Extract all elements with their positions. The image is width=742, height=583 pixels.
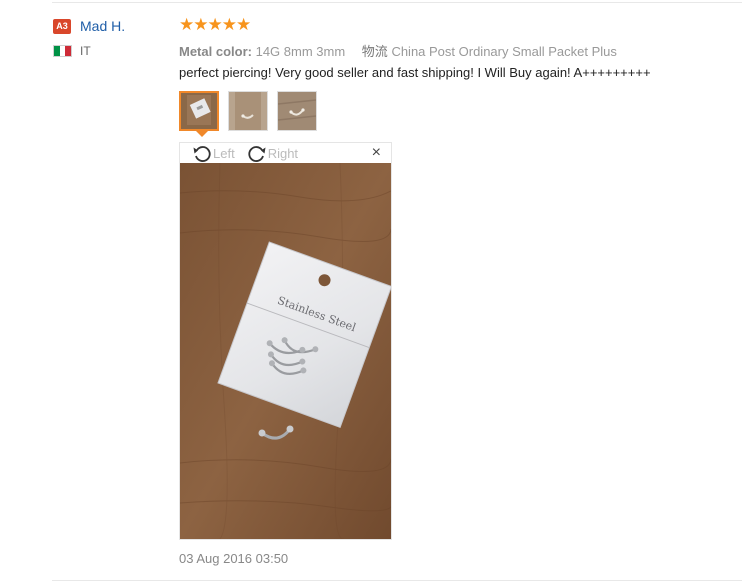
italy-flag-icon — [53, 45, 72, 57]
buyer-name[interactable]: Mad H. — [80, 18, 125, 34]
star-icon: ★ — [207, 14, 223, 34]
buyer-country-row: IT — [53, 43, 173, 59]
buyer-level-badge: A3 — [53, 18, 71, 34]
feedback-date: 03 Aug 2016 03:50 — [179, 551, 289, 566]
buyer-info: A3 Mad H. IT — [53, 17, 173, 59]
rotate-left-icon — [193, 146, 211, 162]
thumbnail-3-image — [278, 92, 316, 130]
rotate-right-icon — [248, 146, 266, 162]
review-text: perfect piercing! Very good seller and f… — [179, 65, 651, 80]
feedback-content: ★ ★ ★ ★ ★ Metal color: 14G 8mm 3mm 物流 China … — [179, 14, 739, 133]
photo-viewer: Left Right × Stainless Steel — [179, 142, 392, 540]
flag-stripe-red — [65, 46, 72, 56]
metal-color-label: Metal color: — [179, 44, 252, 59]
close-viewer-icon[interactable]: × — [372, 145, 381, 161]
star-icon: ★ — [221, 14, 237, 34]
thumbnail-1-image — [181, 93, 217, 129]
shipping-value: China Post Ordinary Small Packet Plus — [391, 44, 617, 59]
rotate-left-label: Left — [213, 145, 235, 161]
photo-thumbnail-3[interactable] — [277, 91, 317, 131]
metal-color-value: 14G 8mm 3mm — [255, 44, 346, 59]
photo-thumbnails — [179, 91, 739, 133]
viewer-toolbar: Left Right × — [180, 143, 391, 163]
feedback-item: A3 Mad H. IT ★ ★ ★ ★ ★ Metal color: 14G 8mm … — [0, 0, 742, 583]
star-rating: ★ ★ ★ ★ ★ — [179, 14, 739, 34]
star-icon: ★ — [193, 14, 209, 34]
rotate-left-button[interactable]: Left — [192, 144, 235, 162]
bottom-divider — [52, 580, 742, 581]
review-photo: Stainless Steel — [180, 163, 391, 539]
rotate-right-label: Right — [267, 145, 299, 161]
thumbnail-pointer-icon — [196, 131, 208, 137]
rotate-right-button[interactable]: Right — [247, 144, 298, 162]
buyer-country: IT — [80, 44, 91, 58]
product-attributes: Metal color: 14G 8mm 3mm 物流 China Post O… — [179, 41, 739, 59]
photo-thumbnail-2[interactable] — [228, 91, 268, 131]
top-divider — [52, 2, 742, 3]
star-icon: ★ — [179, 14, 195, 34]
photo-thumbnail-1[interactable] — [179, 91, 219, 131]
star-icon: ★ — [236, 14, 252, 34]
review-photo-image: Stainless Steel — [180, 163, 391, 539]
thumbnail-2-image — [229, 92, 267, 130]
buyer-name-row: A3 Mad H. — [53, 17, 173, 35]
shipping-label: 物流 — [361, 44, 388, 59]
